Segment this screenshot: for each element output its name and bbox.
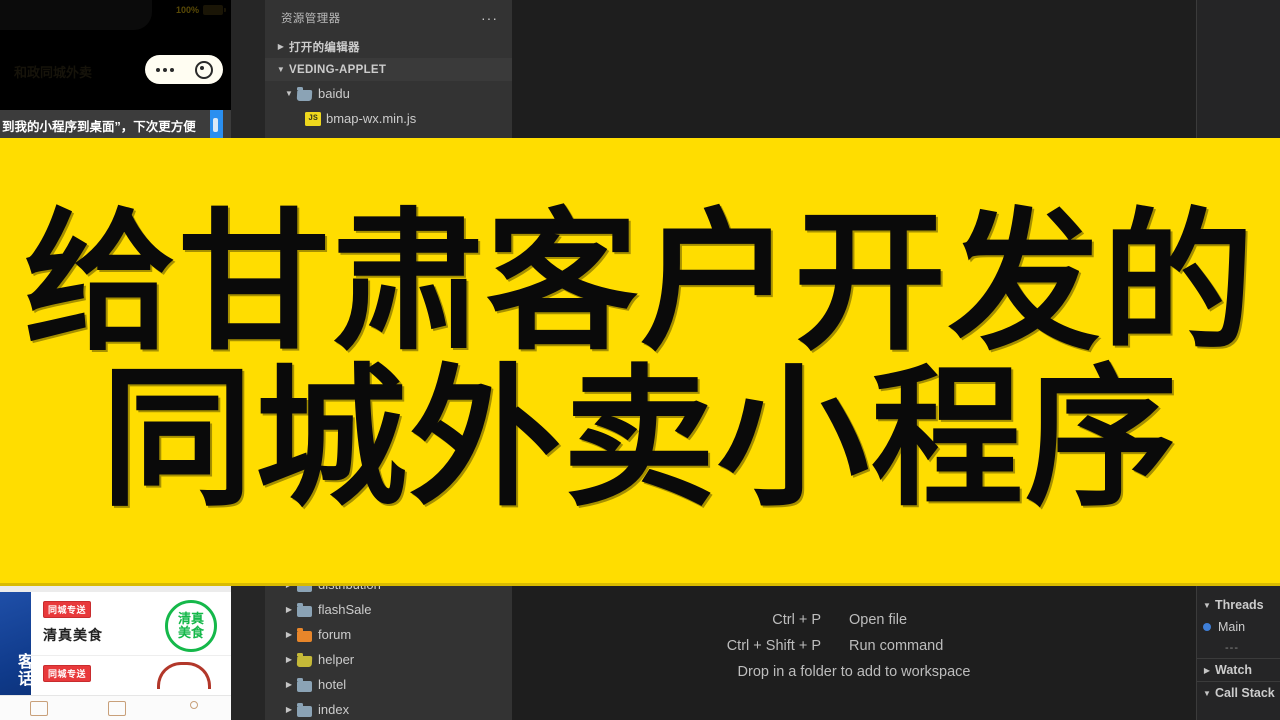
tree-item-label: helper xyxy=(318,652,355,667)
tree-item-label: index xyxy=(318,702,350,717)
phone-tab-bar[interactable] xyxy=(0,695,231,720)
welcome-shortcuts: Ctrl + P Open file Ctrl + Shift + P Run … xyxy=(512,612,1196,680)
shortcut-run-command: Ctrl + Shift + P Run command xyxy=(689,638,1019,654)
profile-icon[interactable] xyxy=(187,701,201,715)
tree-row-baidu[interactable]: ▼ baidu xyxy=(265,81,512,106)
debug-thread-main[interactable]: Main xyxy=(1197,616,1280,638)
shortcut-open-file: Ctrl + P Open file xyxy=(689,612,1019,628)
thread-dot-icon xyxy=(1203,623,1211,631)
explorer-title: 资源管理器 xyxy=(281,12,341,25)
chevron-right-icon: ▶ xyxy=(277,42,285,51)
battery-percent-label: 100% xyxy=(175,5,199,15)
phone-status-bar: 100% xyxy=(175,5,226,15)
more-dots-icon[interactable] xyxy=(155,67,174,72)
more-actions-icon[interactable]: ··· xyxy=(481,11,498,25)
tree-row-helper[interactable]: ▶ helper xyxy=(265,647,512,672)
phone-tip-accent xyxy=(210,110,223,140)
tree-item-label: hotel xyxy=(318,677,347,692)
explorer-header: 资源管理器 ··· xyxy=(265,0,512,35)
halal-stamp-icon: 清真美食 xyxy=(165,600,217,652)
shortcut-combo: Ctrl + P xyxy=(772,612,821,628)
folder-icon xyxy=(297,653,313,667)
javascript-file-icon: JS xyxy=(305,111,321,126)
tree-row-index[interactable]: ▶ index xyxy=(265,697,512,720)
home-icon[interactable] xyxy=(30,700,49,716)
miniprogram-capsule-menu[interactable] xyxy=(145,55,223,84)
status-badge: 同城专送 xyxy=(43,601,92,618)
folder-icon xyxy=(297,603,313,617)
tree-row-bmap-wx-min-js[interactable]: JS bmap-wx.min.js xyxy=(265,106,512,131)
shortcut-description: Open file xyxy=(849,612,908,628)
folder-icon xyxy=(297,703,313,717)
tree-item-label: baidu xyxy=(318,86,350,101)
tree-row-forum[interactable]: ▶ forum xyxy=(265,622,512,647)
shortcut-description: Run command xyxy=(849,638,944,654)
chevron-right-icon: ▶ xyxy=(285,655,293,664)
video-title-banner: 给甘肃客户开发的 同城外卖小程序 xyxy=(0,138,1280,586)
tree-item-label: forum xyxy=(318,627,352,642)
orders-icon[interactable] xyxy=(108,700,127,716)
chevron-down-icon: ▼ xyxy=(1203,688,1211,698)
debug-sections-group: ▼ Threads Main --- ▶ Watch ▼ Call Stack xyxy=(1197,594,1280,704)
status-badge: 同城专送 xyxy=(43,665,92,682)
section-workspace-label: VEDING-APPLET xyxy=(289,63,387,76)
banner-line-1: 给甘肃客户开发的 xyxy=(24,193,1256,371)
folder-icon xyxy=(297,87,313,101)
chevron-right-icon: ▶ xyxy=(285,705,293,714)
debug-section-threads[interactable]: ▼ Threads xyxy=(1197,594,1280,616)
close-target-icon[interactable] xyxy=(194,60,213,79)
chevron-down-icon: ▼ xyxy=(276,65,286,74)
folder-icon xyxy=(297,678,313,692)
tree-lower-group: ▶ distribution ▶ flashSale ▶ forum ▶ xyxy=(265,572,512,720)
arc-decoration-icon xyxy=(157,662,211,689)
section-workspace[interactable]: ▼ VEDING-APPLET xyxy=(265,58,512,81)
section-open-editors[interactable]: ▶ 打开的编辑器 xyxy=(265,35,512,58)
chevron-right-icon: ▶ xyxy=(285,630,293,639)
debug-watch-label: Watch xyxy=(1215,663,1253,677)
debug-call-stack-label: Call Stack xyxy=(1215,686,1275,700)
debug-threads-label: Threads xyxy=(1215,598,1264,612)
tree-item-label: flashSale xyxy=(318,602,372,617)
folder-icon xyxy=(297,628,313,642)
list-item[interactable]: 同城专送 清真美食 清真美食 xyxy=(31,592,231,656)
chevron-down-icon: ▼ xyxy=(1203,600,1211,610)
shortcut-combo: Ctrl + Shift + P xyxy=(726,638,821,654)
phone-screenshot-top: 100% 和政同城外卖 到我的小程序到桌面”，下次更方便 xyxy=(0,0,231,140)
chevron-right-icon: ▶ xyxy=(285,605,293,614)
tree-item-label: bmap-wx.min.js xyxy=(326,111,417,126)
phone-notch xyxy=(0,0,152,30)
debug-section-watch[interactable]: ▶ Watch xyxy=(1197,658,1280,681)
screen-root: 资源管理器 ··· ▶ 打开的编辑器 ▼ VEDING-APPLET ▼ bai… xyxy=(0,0,1280,720)
debug-section-call-stack[interactable]: ▼ Call Stack xyxy=(1197,681,1280,704)
chevron-down-icon: ▼ xyxy=(285,89,293,98)
phone-tip-bar: 到我的小程序到桌面”，下次更方便 xyxy=(0,110,231,140)
drop-folder-hint: Drop in a folder to add to workspace xyxy=(737,664,971,680)
phone-screenshot-bottom: 客话 同城专送 清真美食 清真美食 同城专送 xyxy=(0,583,231,720)
tree-row-flashsale[interactable]: ▶ flashSale xyxy=(265,597,512,622)
battery-icon xyxy=(203,5,226,15)
phone-app-title: 和政同城外卖 xyxy=(14,65,93,80)
section-open-editors-label: 打开的编辑器 xyxy=(289,41,360,54)
debug-thread-label: Main xyxy=(1218,620,1246,634)
tree-row-hotel[interactable]: ▶ hotel xyxy=(265,672,512,697)
banner-line-2: 同城外卖小程序 xyxy=(101,349,1179,527)
debug-placeholder-dashes: --- xyxy=(1225,642,1239,654)
chevron-right-icon: ▶ xyxy=(285,680,293,689)
phone-tip-text: 到我的小程序到桌面”，下次更方便 xyxy=(2,119,196,134)
chevron-right-icon: ▶ xyxy=(1203,665,1211,675)
